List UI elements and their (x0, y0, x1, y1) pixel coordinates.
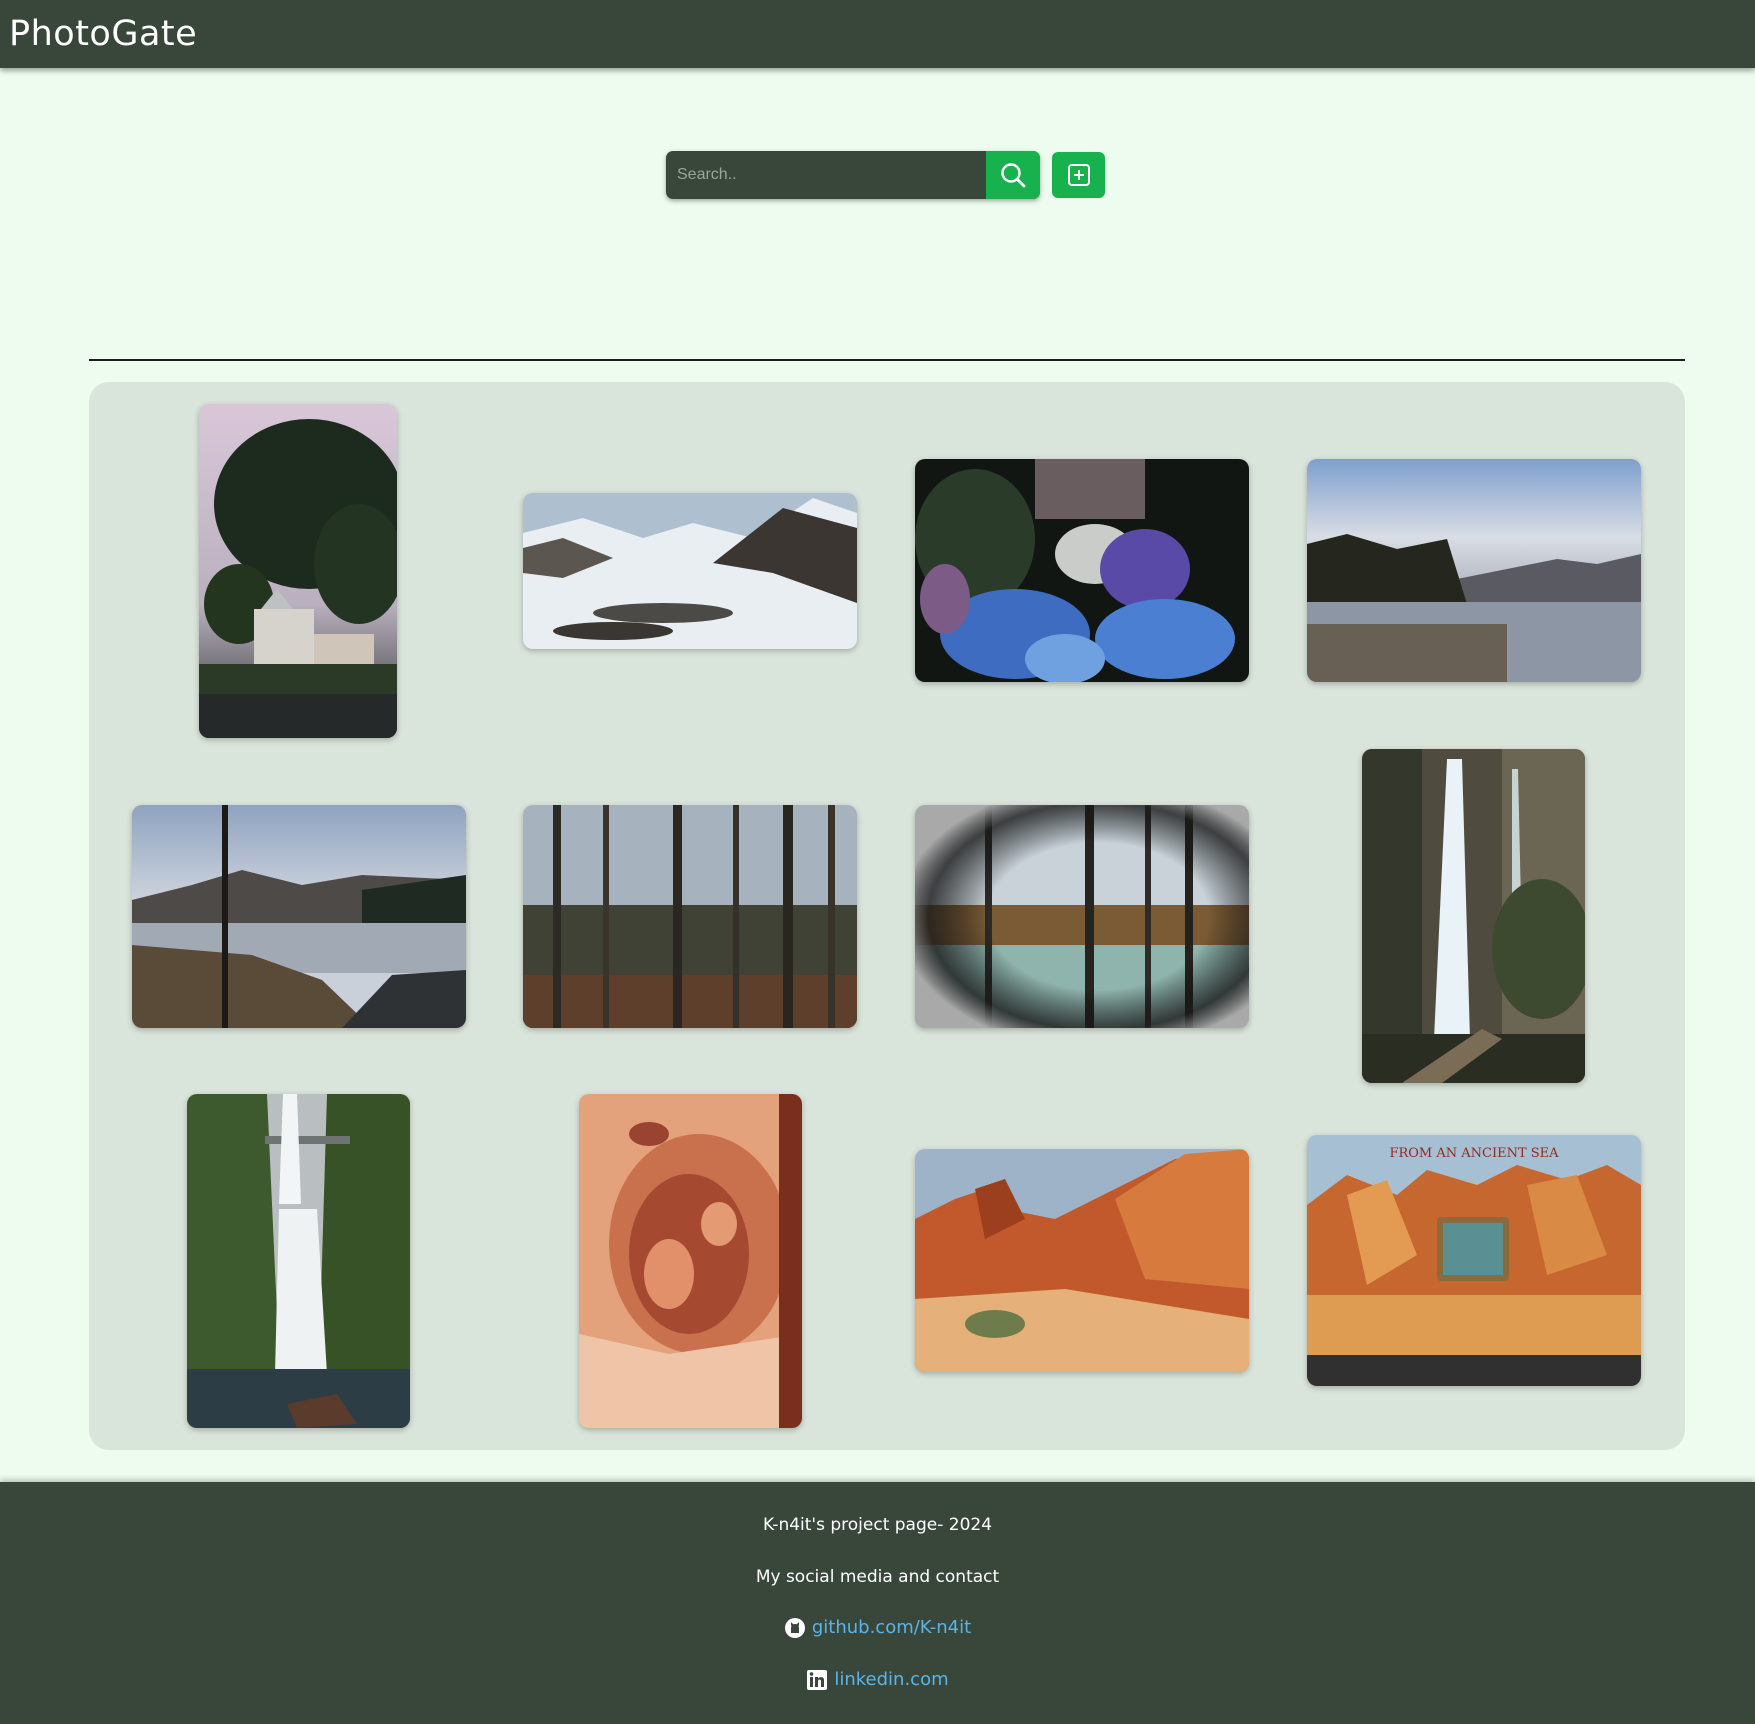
photo-image (579, 1094, 802, 1428)
photo-card[interactable] (523, 805, 857, 1028)
linkedin-icon (807, 1670, 828, 1690)
add-photo-button[interactable] (1052, 152, 1105, 198)
photo-image (199, 404, 397, 738)
photo-card[interactable] (132, 805, 466, 1028)
linkedin-link-row: linkedin.com (0, 1668, 1755, 1692)
photo-image (523, 805, 857, 1028)
photo-card[interactable] (579, 1094, 802, 1428)
photo-card[interactable]: FROM AN ANCIENT SEA (1307, 1135, 1641, 1386)
search-button[interactable] (986, 151, 1040, 199)
site-footer: K-n4it's project page- 2024 My social me… (0, 1482, 1755, 1724)
footer-social-heading: My social media and contact (755, 1567, 1000, 1587)
photo-card[interactable] (1362, 749, 1585, 1083)
photo-image (187, 1094, 410, 1428)
photo-card[interactable] (915, 1149, 1249, 1372)
photo-image: FROM AN ANCIENT SEA (1307, 1135, 1641, 1386)
section-divider (89, 359, 1685, 361)
github-link-row: github.com/K-n4it (0, 1616, 1755, 1640)
photo-image (915, 805, 1249, 1028)
photo-card[interactable] (523, 493, 857, 649)
search-bar (666, 151, 1040, 199)
search-icon (1001, 163, 1026, 188)
photo-image (915, 1149, 1249, 1372)
footer-project-text: K-n4it's project page- 2024 (762, 1515, 993, 1535)
sign-lettering: FROM AN ANCIENT SEA (1389, 1146, 1559, 1161)
photo-gallery: FROM AN ANCIENT SEA (89, 382, 1685, 1450)
photo-card[interactable] (915, 805, 1249, 1028)
photo-image (1307, 459, 1641, 682)
photo-image (915, 459, 1249, 682)
photo-card[interactable] (1307, 459, 1641, 682)
photo-card[interactable] (915, 459, 1249, 682)
photo-image (132, 805, 466, 1028)
top-bar: PhotoGate (0, 0, 1755, 68)
github-link[interactable]: github.com/K-n4it (812, 1616, 971, 1640)
photo-image (1362, 749, 1585, 1083)
github-icon (784, 1618, 805, 1638)
search-input[interactable] (666, 151, 984, 199)
linkedin-link[interactable]: linkedin.com (834, 1668, 948, 1692)
photo-image (523, 493, 857, 649)
photo-card[interactable] (199, 404, 397, 738)
plus-square-icon (1067, 164, 1090, 186)
site-title[interactable]: PhotoGate (9, 12, 197, 56)
photo-card[interactable] (187, 1094, 410, 1428)
